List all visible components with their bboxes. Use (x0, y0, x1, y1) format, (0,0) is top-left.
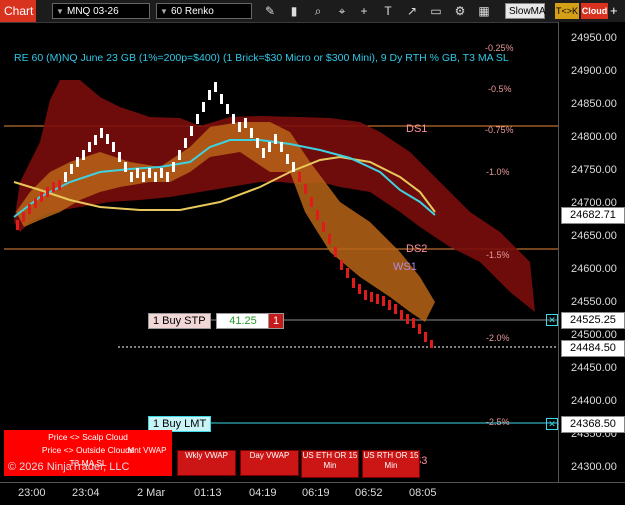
percent-level-label: -2.0% (486, 333, 510, 343)
ds2-label: DS2 (406, 243, 428, 255)
us-rth-or-button[interactable]: US RTH OR 15 Min (362, 450, 420, 478)
time-tick: 23:00 (18, 487, 46, 499)
chart-plot-area[interactable]: RE 60 (M)NQ June 23 GB (1%=200p=$400) (1… (0, 22, 558, 482)
percent-level-label: -0.5% (488, 84, 512, 94)
limit-price-marker: 24368.50 (561, 416, 625, 433)
slowma-label: SlowMA (509, 6, 546, 17)
instrument-selector[interactable]: ▼ MNQ 03-26 (52, 3, 150, 19)
chevron-down-icon: ▼ (160, 7, 168, 16)
chart-title: RE 60 (M)NQ June 23 GB (1%=200p=$400) (1… (14, 52, 509, 64)
time-tick: 06:52 (355, 487, 383, 499)
cancel-limit-order-icon[interactable]: ✕ (546, 418, 558, 430)
zoom-icon[interactable]: ⌕ (310, 3, 326, 19)
buy-stop-quantity[interactable]: 1 (268, 313, 285, 329)
price-tick: 24850.00 (571, 98, 617, 110)
pencil-icon[interactable]: ✎ (262, 3, 278, 19)
time-axis[interactable]: 23:00 23:04 2 Mar 01:13 04:19 06:19 06:5… (0, 482, 625, 505)
buy-stop-pnl: 41.25 (216, 313, 270, 329)
time-tick: 2 Mar (137, 487, 166, 499)
price-tick: 24300.00 (571, 461, 617, 473)
buy-stop-order-label[interactable]: 1 Buy STP (148, 313, 211, 329)
price-tick: 24900.00 (571, 65, 617, 77)
settings-icon[interactable]: ⚙ (452, 3, 468, 19)
arrow-icon[interactable]: ↗ (404, 3, 420, 19)
percent-level-label: -0.75% (485, 125, 514, 135)
time-tick: 06:19 (302, 487, 330, 499)
time-tick: 23:04 (72, 487, 100, 499)
percent-level-label: -2.5% (486, 417, 510, 427)
price-tick: 24750.00 (571, 164, 617, 176)
wkly-vwap-button[interactable]: Wkly VWAP (177, 450, 236, 476)
price-tick: 24600.00 (571, 263, 617, 275)
price-tick: 24800.00 (571, 131, 617, 143)
last-price-marker: 24682.71 (561, 207, 625, 224)
mnt-vwap-button[interactable]: Mnt VWAP (122, 446, 172, 470)
chart-style-icon[interactable]: ▮ (286, 3, 302, 19)
price-tick: 24450.00 (571, 362, 617, 374)
cloud-button[interactable]: Cloud (581, 3, 608, 19)
time-tick: 08:05 (409, 487, 437, 499)
time-tick: 04:19 (249, 487, 277, 499)
chart-canvas (4, 80, 558, 424)
us-eth-or-button[interactable]: US ETH OR 15 Min (301, 450, 359, 478)
copyright-text: © 2026 NinjaTrader, LLC (8, 461, 130, 473)
cancel-stop-order-icon[interactable]: ✕ (546, 314, 558, 326)
time-tick: 01:13 (194, 487, 222, 499)
chart-toolbar: Chart ▼ MNQ 03-26 ▼ 60 Renko ✎ ▮ ⌕ ⌖ + T… (0, 0, 625, 31)
window-icon[interactable]: ▭ (428, 3, 444, 19)
day-vwap-button[interactable]: Day VWAP (240, 450, 299, 476)
percent-level-label: -1.0% (486, 167, 510, 177)
bar-type-label: 60 Renko (171, 6, 214, 17)
slowma-dropdown[interactable]: SlowMA ▼ (505, 3, 546, 31)
crosshair-icon[interactable]: ⌖ (334, 3, 350, 19)
stop-price-marker: 24525.25 (561, 312, 625, 329)
grid-icon[interactable]: ▦ (476, 3, 492, 19)
price-tick: 24550.00 (571, 296, 617, 308)
instrument-label: MNQ 03-26 (67, 6, 119, 17)
percent-level-label: -1.5% (486, 250, 510, 260)
tck-button[interactable]: T<>K (555, 3, 579, 19)
percent-level-label: -0.25% (485, 43, 514, 53)
bar-type-selector[interactable]: ▼ 60 Renko (156, 3, 252, 19)
price-axis[interactable]: 24950.00 24900.00 24850.00 24800.00 2475… (558, 22, 625, 482)
current-price-marker: 24484.50 (561, 340, 625, 357)
text-icon[interactable]: T (380, 3, 396, 19)
outer-cloud (14, 80, 535, 312)
plus-icon[interactable]: + (356, 3, 372, 19)
add-indicator-button[interactable]: + (610, 3, 624, 19)
ws1-label: WS1 (393, 261, 417, 273)
scalp-cloud-signal: Price <> Scalp Cloud (48, 432, 128, 442)
chart-tab[interactable]: Chart (0, 0, 36, 22)
price-tick: 24400.00 (571, 395, 617, 407)
price-tick: 24650.00 (571, 230, 617, 242)
price-tick: 24950.00 (571, 32, 617, 44)
chevron-down-icon: ▼ (56, 7, 64, 16)
ds1-label: DS1 (406, 123, 428, 135)
